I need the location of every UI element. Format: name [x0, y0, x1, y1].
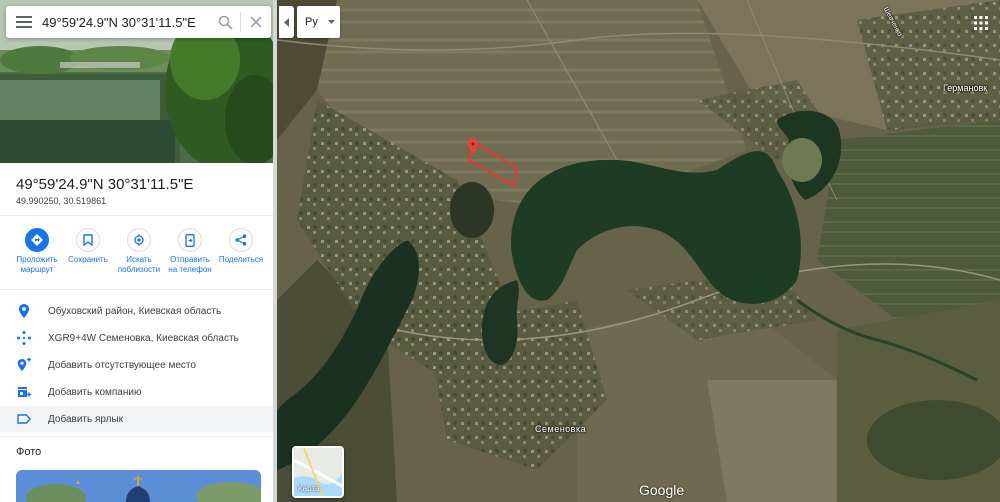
send-to-phone-icon: [185, 233, 195, 247]
search-box: [6, 6, 271, 38]
photo-thumbnail[interactable]: [16, 470, 261, 502]
menu-button[interactable]: [6, 6, 42, 38]
layer-toggle-label: Карта: [298, 484, 320, 493]
nearby-circle: [127, 228, 151, 252]
info-row-plus-code[interactable]: XGR9+4W Семеновка, Киевская область: [0, 325, 273, 351]
church-photo: [16, 470, 261, 502]
language-label: Ру: [305, 16, 318, 28]
send-circle: [178, 228, 202, 252]
map-label-semenovka: Семеновка: [535, 424, 587, 434]
collapse-panel-button[interactable]: [279, 6, 294, 38]
directions-button[interactable]: Проложить маршрут: [12, 228, 62, 284]
add-place-icon: [17, 358, 31, 371]
info-icon-wrap: [0, 414, 48, 424]
search-icon: [218, 15, 233, 30]
info-row-add-label[interactable]: Добавить ярлык: [0, 406, 273, 432]
map-label-germanovka: Германовк: [943, 83, 988, 93]
address-text: Обуховский район, Киевская область: [48, 305, 222, 317]
map-layer-toggle[interactable]: Карта: [292, 446, 344, 498]
action-buttons: Проложить маршрут Сохранить Искать побли…: [12, 228, 266, 284]
google-logo: Google: [639, 482, 685, 498]
share-icon: [235, 234, 247, 246]
add-label-text: Добавить ярлык: [48, 413, 124, 425]
add-place-text: Добавить отсутствующее место: [48, 359, 196, 371]
divider: [0, 289, 273, 290]
plus-code-text: XGR9+4W Семеновка, Киевская область: [48, 332, 239, 344]
save-circle: [76, 228, 100, 252]
info-icon-wrap: [0, 358, 48, 372]
side-panel: 49°59'24.9"N 30°31'11.5"E 49.990250, 30.…: [0, 0, 275, 502]
close-icon: [250, 16, 262, 28]
plus-code-icon: [17, 331, 31, 345]
divider: [0, 215, 273, 216]
info-icon-wrap: [0, 385, 48, 399]
search-input[interactable]: [42, 7, 210, 37]
save-button[interactable]: Сохранить: [63, 228, 113, 284]
divider: [0, 436, 273, 437]
directions-label: Проложить маршрут: [16, 255, 58, 274]
share-label: Поделиться: [218, 255, 264, 264]
caret-down-icon: [328, 20, 335, 24]
photos-heading: Фото: [16, 446, 42, 458]
satellite-imagery: [277, 0, 1000, 502]
google-apps-button[interactable]: [970, 12, 992, 34]
nearby-icon: [134, 234, 144, 246]
menu-icon: [16, 16, 32, 28]
label-icon: [17, 414, 31, 424]
place-title: 49°59'24.9"N 30°31'11.5"E: [16, 176, 194, 193]
send-label: Отправить на телефон: [168, 255, 212, 274]
directions-icon: [31, 234, 43, 246]
location-pin-icon: [19, 304, 29, 318]
save-label: Сохранить: [68, 255, 108, 264]
bookmark-icon: [83, 234, 93, 246]
share-button[interactable]: Поделиться: [216, 228, 266, 284]
send-to-phone-button[interactable]: Отправить на телефон: [165, 228, 215, 284]
add-business-icon: [18, 387, 31, 397]
nearby-label: Искать поблизости: [117, 255, 161, 274]
add-business-text: Добавить компанию: [48, 386, 142, 398]
info-icon-wrap: [0, 304, 48, 318]
apps-grid-icon: [974, 16, 988, 30]
share-circle: [229, 228, 253, 252]
language-selector[interactable]: Ру: [297, 6, 340, 38]
info-row-add-business[interactable]: Добавить компанию: [0, 379, 273, 405]
clear-search-button[interactable]: [241, 6, 271, 38]
satellite-map[interactable]: Ру Семеновка Германовк Шевченко Карта Go…: [277, 0, 1000, 502]
info-row-address[interactable]: Обуховский район, Киевская область: [0, 298, 273, 324]
search-nearby-button[interactable]: Искать поблизости: [114, 228, 164, 284]
directions-circle: [25, 228, 49, 252]
search-button[interactable]: [210, 6, 240, 38]
decimal-coordinates[interactable]: 49.990250, 30.519861: [16, 196, 106, 206]
info-icon-wrap: [0, 331, 48, 345]
chevron-left-icon: [283, 17, 289, 27]
info-row-add-place[interactable]: Добавить отсутствующее место: [0, 352, 273, 378]
